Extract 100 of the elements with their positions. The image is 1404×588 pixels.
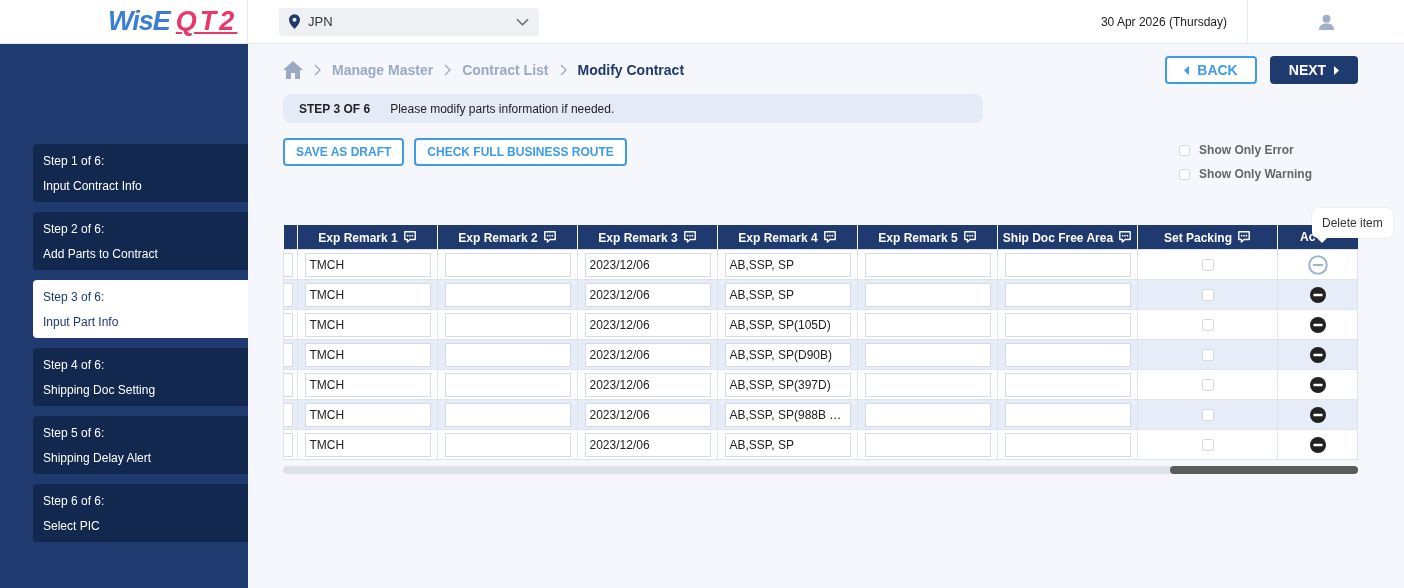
step-item[interactable]: Step 1 of 6: Input Contract Info [33, 144, 248, 202]
delete-icon[interactable] [1309, 406, 1326, 423]
step-title: Shipping Doc Setting [43, 383, 157, 397]
input-field[interactable] [444, 402, 571, 427]
checkbox[interactable] [1179, 168, 1191, 180]
input-field[interactable] [444, 432, 571, 457]
input-field[interactable]: TMCH [304, 342, 431, 367]
input-field[interactable] [444, 252, 571, 277]
input-field[interactable]: 2023/12/06 [584, 372, 711, 397]
input-field[interactable] [864, 342, 991, 367]
step-item[interactable]: Step 3 of 6: Input Part Info [33, 280, 248, 338]
column-header: Set Packing [1164, 230, 1232, 245]
input-field[interactable]: TMCH [304, 372, 431, 397]
input-field[interactable]: AB,SSP, SP(988B … [724, 402, 851, 427]
step-item[interactable]: Step 5 of 6: Shipping Delay Alert [33, 416, 248, 474]
checkbox[interactable] [1179, 144, 1191, 156]
delete-icon[interactable] [1309, 376, 1326, 393]
input-field[interactable] [284, 252, 293, 277]
input-field[interactable]: TMCH [304, 282, 431, 307]
next-button[interactable]: NEXT [1270, 56, 1358, 84]
comment-icon[interactable] [542, 229, 557, 243]
input-field[interactable] [284, 372, 293, 397]
column-header: Exp Remark 2 [458, 230, 538, 245]
checkbox[interactable] [1201, 259, 1214, 272]
chevron-right-icon [444, 64, 452, 76]
input-field[interactable] [1004, 282, 1131, 307]
user-icon[interactable] [1318, 13, 1334, 30]
input-field[interactable]: TMCH [304, 402, 431, 427]
input-field[interactable] [864, 372, 991, 397]
column-header: Exp Remark 4 [738, 230, 818, 245]
region-select[interactable]: JPN [279, 7, 539, 36]
step-item[interactable]: Step 2 of 6: Add Parts to Contract [33, 212, 248, 270]
input-field[interactable] [444, 282, 571, 307]
input-field[interactable] [444, 372, 571, 397]
checkbox-label: Show Only Warning [1199, 167, 1312, 181]
input-field[interactable]: 2023/12/06 [584, 252, 711, 277]
checkbox[interactable] [1201, 379, 1214, 392]
input-field[interactable] [1004, 372, 1131, 397]
step-item[interactable]: Step 4 of 6: Shipping Doc Setting [33, 348, 248, 406]
input-field[interactable] [864, 432, 991, 457]
step-item[interactable]: Step 6 of 6: Select PIC [33, 484, 248, 542]
input-field[interactable]: 2023/12/06 [584, 432, 711, 457]
step-title: Select PIC [43, 519, 101, 533]
input-field[interactable] [284, 432, 293, 457]
input-field[interactable] [1004, 252, 1131, 277]
step-indicator: STEP 3 OF 6 [299, 101, 371, 116]
delete-icon[interactable] [1309, 316, 1326, 333]
input-field[interactable] [864, 252, 991, 277]
comment-icon[interactable] [1118, 229, 1133, 243]
input-field[interactable]: 2023/12/06 [584, 342, 711, 367]
input-field[interactable]: AB,SSP, SP [724, 252, 851, 277]
input-field[interactable]: AB,SSP, SP [724, 432, 851, 457]
input-field[interactable] [444, 342, 571, 367]
comment-icon[interactable] [822, 229, 837, 243]
input-field[interactable]: TMCH [304, 432, 431, 457]
input-field[interactable]: TMCH [304, 312, 431, 337]
comment-icon[interactable] [402, 229, 417, 243]
input-field[interactable] [1004, 432, 1131, 457]
step-title: Input Contract Info [43, 179, 143, 193]
home-icon[interactable] [283, 61, 303, 79]
checkbox[interactable] [1201, 289, 1214, 302]
delete-icon[interactable] [1309, 346, 1326, 363]
input-field[interactable]: 2023/12/06 [584, 312, 711, 337]
checkbox[interactable] [1201, 439, 1214, 452]
input-field[interactable] [284, 312, 293, 337]
input-field[interactable] [284, 342, 293, 367]
input-field[interactable]: AB,SSP, SP [724, 282, 851, 307]
input-field[interactable] [284, 402, 293, 427]
scrollbar-thumb[interactable] [1170, 466, 1358, 474]
input-field[interactable]: TMCH [304, 252, 431, 277]
input-field[interactable]: AB,SSP, SP(397D) [724, 372, 851, 397]
input-field[interactable]: AB,SSP, SP(105D) [724, 312, 851, 337]
logo-text: QT2 [175, 6, 238, 37]
checkbox[interactable] [1201, 409, 1214, 422]
comment-icon[interactable] [682, 229, 697, 243]
delete-icon[interactable] [1309, 436, 1326, 453]
comment-icon[interactable] [962, 229, 977, 243]
input-field[interactable] [1004, 402, 1131, 427]
delete-icon[interactable] [1309, 286, 1326, 303]
input-field[interactable]: 2023/12/06 [584, 402, 711, 427]
comment-icon[interactable] [1237, 229, 1251, 243]
chevron-down-icon [516, 17, 529, 26]
input-field[interactable] [864, 312, 991, 337]
input-field[interactable] [444, 312, 571, 337]
input-field[interactable] [1004, 312, 1131, 337]
caret-right-icon [1334, 65, 1340, 75]
input-field[interactable] [864, 282, 991, 307]
current-date: 30 Apr 2026 (Thursday) [1100, 14, 1227, 29]
horizontal-scrollbar[interactable] [283, 466, 1358, 474]
chevron-right-icon [559, 64, 567, 76]
input-field[interactable] [1004, 342, 1131, 367]
input-field[interactable] [864, 402, 991, 427]
input-field[interactable]: AB,SSP, SP(D90B) [724, 342, 851, 367]
input-field[interactable] [284, 282, 293, 307]
checkbox[interactable] [1201, 349, 1214, 362]
location-pin-icon [289, 14, 300, 29]
logo-text: WisE [108, 6, 170, 37]
input-field[interactable]: 2023/12/06 [584, 282, 711, 307]
checkbox[interactable] [1201, 319, 1214, 332]
breadcrumb-current: Modify Contract [577, 62, 685, 78]
